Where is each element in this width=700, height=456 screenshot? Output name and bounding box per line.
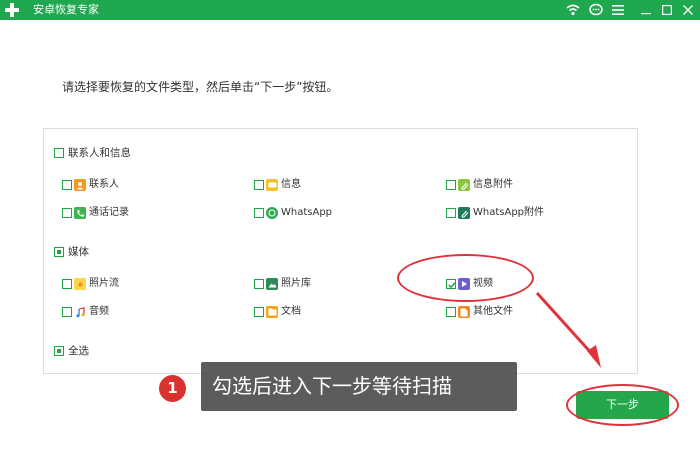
next-button-highlight-ellipse (566, 384, 679, 426)
step-tip-text: 勾选后进入下一步等待扫描 (201, 362, 517, 411)
step-number-badge: 1 (159, 375, 186, 402)
